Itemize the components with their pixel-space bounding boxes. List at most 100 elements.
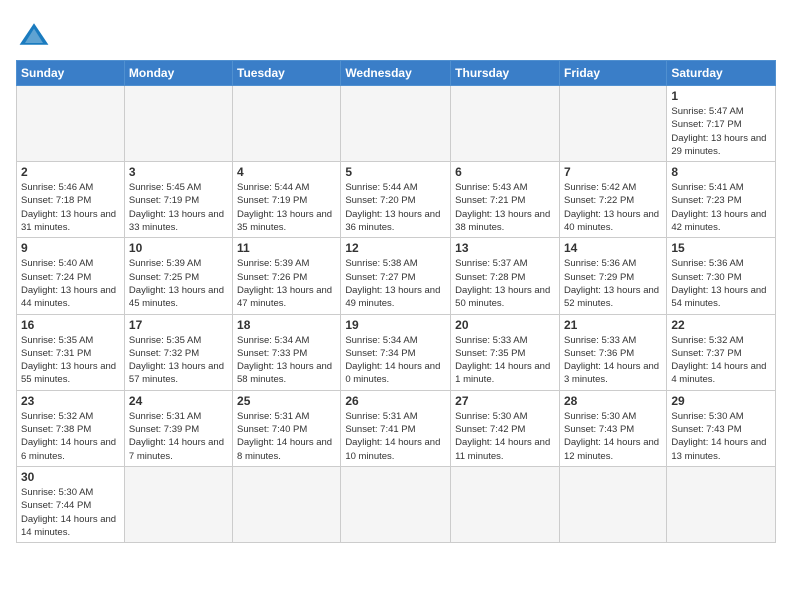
day-number: 8	[671, 165, 771, 179]
logo	[16, 16, 56, 52]
sunrise-text: Sunrise: 5:30 AM	[455, 411, 527, 422]
day-cell: 3Sunrise: 5:45 AMSunset: 7:19 PMDaylight…	[124, 162, 232, 238]
day-cell: 23Sunrise: 5:32 AMSunset: 7:38 PMDayligh…	[17, 390, 125, 466]
sunset-text: Sunset: 7:32 PM	[129, 348, 199, 359]
sunset-text: Sunset: 7:17 PM	[671, 119, 741, 130]
day-cell: 26Sunrise: 5:31 AMSunset: 7:41 PMDayligh…	[341, 390, 451, 466]
sunset-text: Sunset: 7:42 PM	[455, 424, 525, 435]
day-number: 12	[345, 241, 446, 255]
sunset-text: Sunset: 7:30 PM	[671, 272, 741, 283]
weekday-header-tuesday: Tuesday	[233, 61, 341, 86]
daylight-text: Daylight: 14 hours and 8 minutes.	[237, 437, 332, 461]
daylight-text: Daylight: 14 hours and 6 minutes.	[21, 437, 116, 461]
sunset-text: Sunset: 7:43 PM	[671, 424, 741, 435]
day-cell: 8Sunrise: 5:41 AMSunset: 7:23 PMDaylight…	[667, 162, 776, 238]
day-number: 15	[671, 241, 771, 255]
daylight-text: Daylight: 13 hours and 47 minutes.	[237, 285, 332, 309]
day-info: Sunrise: 5:43 AMSunset: 7:21 PMDaylight:…	[455, 181, 555, 234]
day-cell: 7Sunrise: 5:42 AMSunset: 7:22 PMDaylight…	[559, 162, 666, 238]
weekday-header-monday: Monday	[124, 61, 232, 86]
day-number: 2	[21, 165, 120, 179]
day-number: 24	[129, 394, 228, 408]
day-cell: 1Sunrise: 5:47 AMSunset: 7:17 PMDaylight…	[667, 86, 776, 162]
day-info: Sunrise: 5:39 AMSunset: 7:25 PMDaylight:…	[129, 257, 228, 310]
day-info: Sunrise: 5:41 AMSunset: 7:23 PMDaylight:…	[671, 181, 771, 234]
day-number: 10	[129, 241, 228, 255]
day-cell: 15 Sunrise: 5:36 AMSunset: 7:30 PMDayligh…	[667, 238, 776, 314]
daylight-text: Daylight: 14 hours and 13 minutes.	[671, 437, 766, 461]
day-number: 21	[564, 318, 662, 332]
sunrise-text: Sunrise: 5:33 AM	[564, 335, 636, 346]
sunset-text: Sunset: 7:31 PM	[21, 348, 91, 359]
day-cell	[451, 86, 560, 162]
day-number: 18	[237, 318, 336, 332]
day-info: Sunrise: 5:34 AMSunset: 7:33 PMDaylight:…	[237, 334, 336, 387]
day-info: Sunrise: 5:34 AMSunset: 7:34 PMDaylight:…	[345, 334, 446, 387]
sunset-text: Sunset: 7:23 PM	[671, 195, 741, 206]
day-info: Sunrise: 5:38 AMSunset: 7:27 PMDaylight:…	[345, 257, 446, 310]
day-cell: 16Sunrise: 5:35 AMSunset: 7:31 PMDayligh…	[17, 314, 125, 390]
sunset-text: Sunset: 7:41 PM	[345, 424, 415, 435]
day-cell: 28Sunrise: 5:30 AMSunset: 7:43 PMDayligh…	[559, 390, 666, 466]
calendar-container: SundayMondayTuesdayWednesdayThursdayFrid…	[0, 0, 792, 612]
day-info: Sunrise: 5:31 AMSunset: 7:40 PMDaylight:…	[237, 410, 336, 463]
weekday-header-wednesday: Wednesday	[341, 61, 451, 86]
day-cell: 25Sunrise: 5:31 AMSunset: 7:40 PMDayligh…	[233, 390, 341, 466]
sunset-text: Sunset: 7:33 PM	[237, 348, 307, 359]
day-number: 19	[345, 318, 446, 332]
daylight-text: Daylight: 13 hours and 31 minutes.	[21, 209, 116, 233]
daylight-text: Daylight: 14 hours and 0 minutes.	[345, 361, 440, 385]
sunrise-text: Sunrise: 5:36 AM	[564, 258, 636, 269]
day-info: Sunrise: 5:30 AMSunset: 7:42 PMDaylight:…	[455, 410, 555, 463]
day-cell: 2 Sunrise: 5:46 AMSunset: 7:18 PMDaylight…	[17, 162, 125, 238]
day-cell: 12 Sunrise: 5:38 AMSunset: 7:27 PMDayligh…	[341, 238, 451, 314]
day-info: Sunrise: 5:47 AMSunset: 7:17 PMDaylight:…	[671, 105, 771, 158]
day-info: Sunrise: 5:36 AMSunset: 7:30 PMDaylight:…	[671, 257, 771, 310]
day-cell: 22Sunrise: 5:32 AMSunset: 7:37 PMDayligh…	[667, 314, 776, 390]
day-info: Sunrise: 5:46 AMSunset: 7:18 PMDaylight:…	[21, 181, 120, 234]
day-info: Sunrise: 5:32 AMSunset: 7:37 PMDaylight:…	[671, 334, 771, 387]
day-cell: 20Sunrise: 5:33 AMSunset: 7:35 PMDayligh…	[451, 314, 560, 390]
day-info: Sunrise: 5:42 AMSunset: 7:22 PMDaylight:…	[564, 181, 662, 234]
sunset-text: Sunset: 7:26 PM	[237, 272, 307, 283]
sunset-text: Sunset: 7:20 PM	[345, 195, 415, 206]
daylight-text: Daylight: 13 hours and 44 minutes.	[21, 285, 116, 309]
sunset-text: Sunset: 7:27 PM	[345, 272, 415, 283]
day-number: 6	[455, 165, 555, 179]
daylight-text: Daylight: 14 hours and 12 minutes.	[564, 437, 659, 461]
day-number: 5	[345, 165, 446, 179]
day-number: 3	[129, 165, 228, 179]
sunrise-text: Sunrise: 5:30 AM	[564, 411, 636, 422]
day-number: 16	[21, 318, 120, 332]
sunset-text: Sunset: 7:21 PM	[455, 195, 525, 206]
daylight-text: Daylight: 13 hours and 49 minutes.	[345, 285, 440, 309]
day-cell: 4Sunrise: 5:44 AMSunset: 7:19 PMDaylight…	[233, 162, 341, 238]
day-cell	[233, 466, 341, 542]
sunrise-text: Sunrise: 5:30 AM	[671, 411, 743, 422]
sunrise-text: Sunrise: 5:30 AM	[21, 487, 93, 498]
sunrise-text: Sunrise: 5:31 AM	[129, 411, 201, 422]
header	[16, 16, 776, 52]
day-cell	[233, 86, 341, 162]
day-cell	[341, 466, 451, 542]
sunrise-text: Sunrise: 5:41 AM	[671, 182, 743, 193]
day-info: Sunrise: 5:30 AMSunset: 7:44 PMDaylight:…	[21, 486, 120, 539]
daylight-text: Daylight: 13 hours and 36 minutes.	[345, 209, 440, 233]
sunset-text: Sunset: 7:29 PM	[564, 272, 634, 283]
day-number: 17	[129, 318, 228, 332]
day-info: Sunrise: 5:30 AMSunset: 7:43 PMDaylight:…	[564, 410, 662, 463]
day-number: 26	[345, 394, 446, 408]
sunrise-text: Sunrise: 5:40 AM	[21, 258, 93, 269]
day-cell: 30Sunrise: 5:30 AMSunset: 7:44 PMDayligh…	[17, 466, 125, 542]
daylight-text: Daylight: 13 hours and 57 minutes.	[129, 361, 224, 385]
day-cell: 11Sunrise: 5:39 AMSunset: 7:26 PMDayligh…	[233, 238, 341, 314]
day-cell: 18 Sunrise: 5:34 AMSunset: 7:33 PMDayligh…	[233, 314, 341, 390]
weekday-header-thursday: Thursday	[451, 61, 560, 86]
day-info: Sunrise: 5:33 AMSunset: 7:36 PMDaylight:…	[564, 334, 662, 387]
day-cell	[124, 466, 232, 542]
sunset-text: Sunset: 7:39 PM	[129, 424, 199, 435]
sunset-text: Sunset: 7:19 PM	[129, 195, 199, 206]
day-info: Sunrise: 5:35 AMSunset: 7:32 PMDaylight:…	[129, 334, 228, 387]
sunrise-text: Sunrise: 5:33 AM	[455, 335, 527, 346]
sunrise-text: Sunrise: 5:31 AM	[345, 411, 417, 422]
